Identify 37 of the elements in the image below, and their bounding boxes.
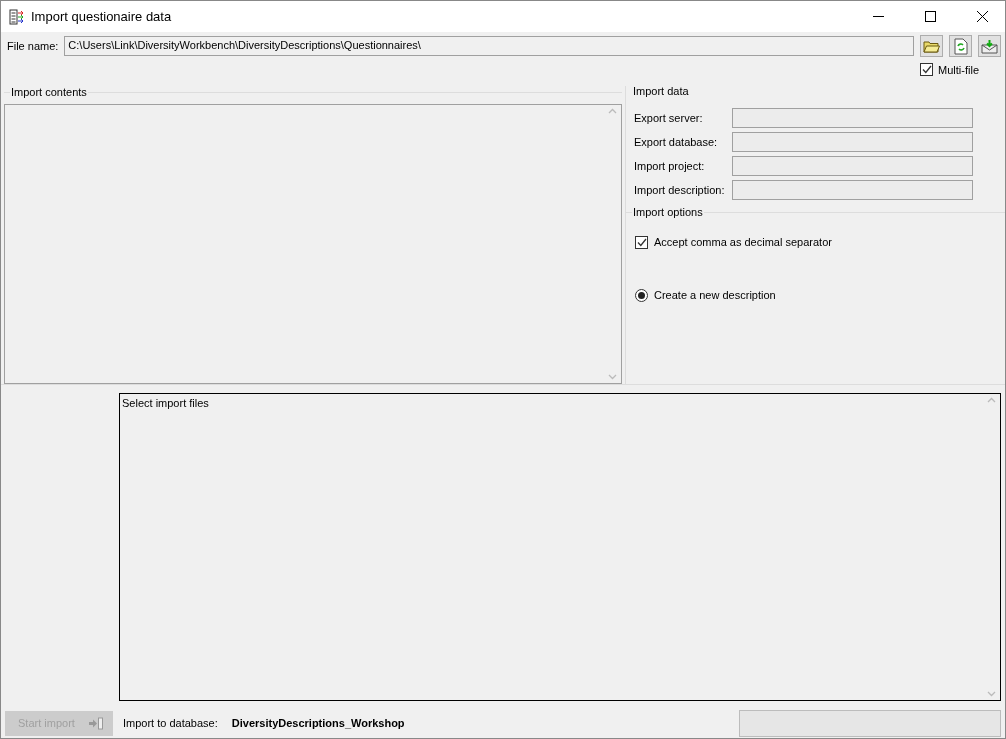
envelope-icon [981, 38, 998, 54]
target-label: Import to database: [123, 717, 218, 729]
group-title: Import options [632, 205, 704, 218]
checkbox-label: Accept comma as decimal separator [654, 236, 832, 249]
log-text: Select import files [122, 397, 209, 409]
scroll-down-icon[interactable] [608, 374, 617, 380]
multi-file-label: Multi-file [938, 63, 979, 76]
open-folder-button[interactable] [920, 35, 943, 57]
refresh-button[interactable] [949, 35, 972, 57]
target-database: DiversityDescriptions_Workshop [231, 717, 405, 729]
group-title: Import data [632, 84, 690, 97]
field-label: Export server: [634, 111, 704, 124]
file-name-label: File name: [7, 40, 59, 52]
refresh-document-icon [953, 37, 968, 55]
field-label: Import description: [634, 183, 726, 196]
multi-file-checkbox[interactable] [920, 63, 934, 77]
checkbox[interactable] [635, 235, 648, 249]
door-arrow-icon [88, 716, 104, 730]
radio-label: Create a new description [654, 289, 776, 302]
scroll-up-icon[interactable] [608, 107, 617, 114]
field-label: Import project: [634, 159, 706, 172]
scroll-down-icon[interactable] [987, 691, 996, 697]
scroll-up-icon[interactable] [987, 397, 996, 403]
radio-button[interactable] [635, 288, 648, 302]
folder-icon [923, 39, 940, 53]
field-label: Export database: [634, 135, 719, 148]
log-text-area[interactable]: Select import files [119, 393, 1001, 701]
group-title: Import contents [10, 85, 88, 98]
maximize-icon[interactable] [924, 11, 936, 22]
window-title: Import questionaire data [31, 9, 173, 24]
minimize-icon[interactable] [872, 16, 884, 17]
app-icon [9, 8, 25, 25]
check-icon [921, 65, 932, 75]
import-mail-button[interactable] [978, 35, 1001, 57]
file-path-field[interactable]: C:\Users\Link\DiversityWorkbench\DiversityDescriptions\Questionnaires\ [64, 36, 914, 56]
check-icon [636, 237, 647, 247]
close-icon[interactable] [976, 11, 988, 22]
